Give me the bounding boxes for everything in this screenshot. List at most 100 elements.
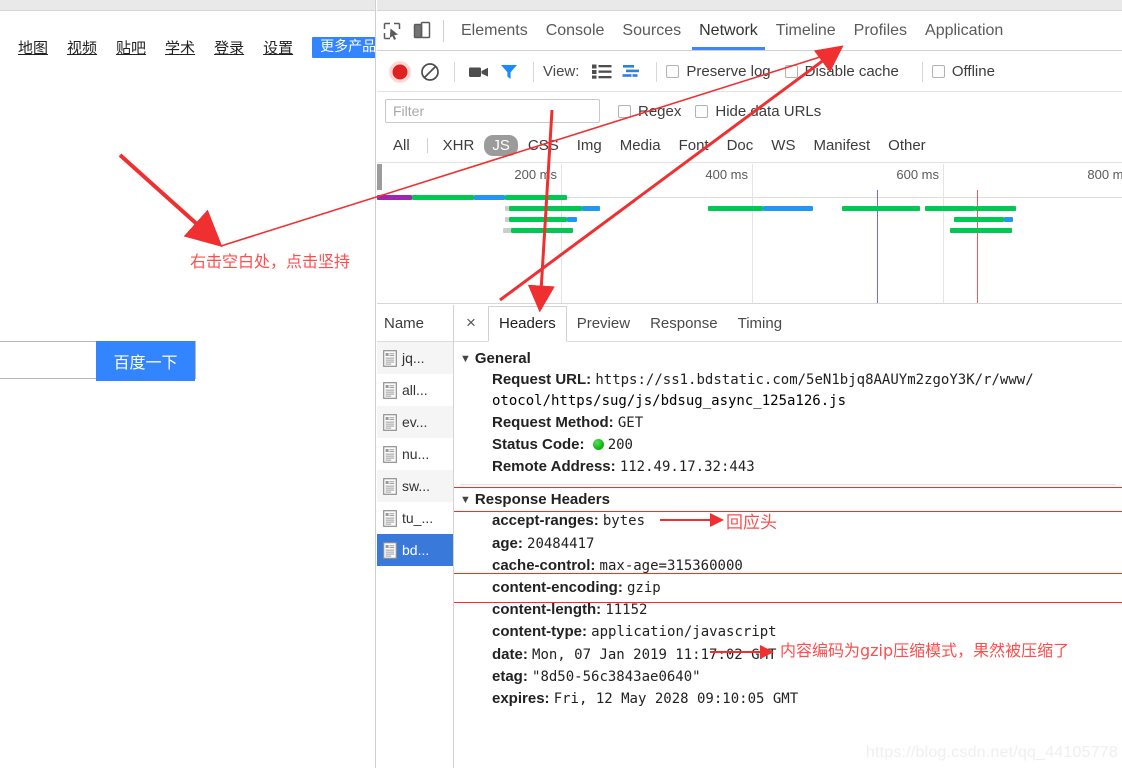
view-list-icon[interactable] [587,57,617,87]
nav-link-video[interactable]: 视频 [67,37,97,58]
header-key: date: [492,645,533,663]
type-filter-media[interactable]: Media [612,135,669,156]
response-headers-section-title[interactable]: ▼ Response Headers [454,489,1122,510]
request-list-header-name[interactable]: Name [377,305,453,342]
view-label: View: [543,63,580,80]
general-header-line: Remote Address: 112.49.17.32:443 [454,456,1122,478]
network-overview-timeline[interactable]: 200 ms 400 ms 600 ms 800 ms [377,164,1122,304]
checkbox-box[interactable] [618,104,631,118]
detail-tab-response[interactable]: Response [640,305,728,341]
toolbar-divider [533,61,534,82]
checkbox-box[interactable] [931,65,945,78]
waterfall-bar [509,217,567,222]
regex-checkbox[interactable]: Regex [618,103,681,120]
view-timeline-icon[interactable] [617,57,647,87]
request-row[interactable]: tu_... [377,502,453,534]
type-divider [426,138,428,153]
network-toolbar: View: Preserve log Disable cache Offline [377,52,1122,92]
detail-tab-preview[interactable]: Preview [567,305,640,341]
overview-tick-line [752,164,753,303]
type-filter-ws[interactable]: WS [763,135,803,156]
file-icon [383,445,397,463]
nav-link-tieba[interactable]: 贴吧 [116,37,146,58]
waterfall-bar [567,217,577,222]
request-name: jq... [402,350,425,366]
header-key: etag: [492,667,533,685]
record-icon[interactable] [385,57,415,87]
response-header-line: expires: Fri, 12 May 2028 09:10:05 GMT [454,688,1122,710]
checkbox-box[interactable] [695,104,709,118]
nav-link-login[interactable]: 登录 [214,37,244,58]
request-row[interactable]: bd... [377,534,453,566]
type-filter-other[interactable]: Other [880,135,934,156]
section-divider [460,484,1116,486]
screenshot-root: 地图 视频 贴吧 学术 登录 设置 更多产品 百度一下 Elements Con… [0,0,1122,768]
tab-network[interactable]: Network [690,11,767,50]
filter-icon[interactable] [494,57,524,87]
nav-link-more-products[interactable]: 更多产品 [312,36,375,58]
response-header-line: etag: "8d50-56c3843ae0640" [454,666,1122,688]
request-row[interactable]: jq... [377,342,453,374]
disable-cache-label: Disable cache [804,63,899,80]
device-toolbar-icon[interactable] [407,16,437,46]
annotation-note-gzip: 内容编码为gzip压缩模式，果然被压缩了 [780,641,1070,660]
detail-tab-headers[interactable]: Headers [488,305,567,342]
triangle-down-icon: ▼ [460,493,471,506]
waterfall-bar [954,217,1004,222]
tab-sources[interactable]: Sources [613,11,690,50]
type-filter-xhr[interactable]: XHR [435,135,483,156]
request-row[interactable]: nu... [377,438,453,470]
waterfall-bar [950,228,1012,233]
request-row[interactable]: sw... [377,470,453,502]
hide-data-urls-checkbox[interactable]: Hide data URLs [695,103,821,120]
general-section-title[interactable]: ▼ General [454,348,1122,369]
type-filter-font[interactable]: Font [671,135,717,156]
nav-link-map[interactable]: 地图 [18,37,48,58]
tab-timeline[interactable]: Timeline [767,11,845,50]
nav-link-settings[interactable]: 设置 [263,37,293,58]
type-filter-doc[interactable]: Doc [719,135,762,156]
toolbar-divider [921,61,923,82]
header-value: GET [617,414,644,431]
request-row[interactable]: all... [377,374,453,406]
inspect-element-icon[interactable] [377,16,407,46]
request-row[interactable]: ev... [377,406,453,438]
nav-link-academic[interactable]: 学术 [165,37,195,58]
type-filter-js[interactable]: JS [484,135,518,156]
toolbar-divider [454,61,455,82]
type-filter-css[interactable]: CSS [520,135,567,156]
preserve-log-checkbox[interactable]: Preserve log [666,63,771,80]
request-name: tu_... [402,510,434,526]
header-key: Status Code: [492,436,589,454]
tab-elements[interactable]: Elements [452,11,537,50]
header-value: 200 [607,437,633,454]
browser-page-pane: 地图 视频 贴吧 学术 登录 设置 更多产品 百度一下 [0,0,376,768]
close-icon[interactable]: × [460,312,482,334]
request-list: Name jq... all... ev... nu... sw... tu_... bd.… [377,305,454,768]
type-filter-all[interactable]: All [385,135,418,156]
tab-application[interactable]: Application [916,11,1012,50]
header-key: content-length: [492,601,606,619]
waterfall-bar [503,228,511,233]
filter-row: Regex Hide data URLs [377,93,1122,129]
tab-profiles[interactable]: Profiles [845,11,916,50]
clear-icon[interactable] [415,57,445,87]
checkbox-box[interactable] [784,65,798,78]
type-filter-manifest[interactable]: Manifest [805,135,878,156]
type-filter-img[interactable]: Img [569,135,610,156]
header-key: content-encoding: [492,579,627,597]
checkbox-box[interactable] [666,65,680,78]
request-name: all... [402,382,428,398]
baidu-search-button[interactable]: 百度一下 [96,341,195,381]
filter-input[interactable] [385,99,600,123]
tab-console[interactable]: Console [537,11,614,50]
header-key: accept-ranges: [492,512,603,530]
request-name: sw... [402,478,431,494]
file-icon [383,349,397,367]
general-header-line: Status Code: 200 [454,434,1122,456]
overview-left-handle[interactable] [377,164,382,190]
disable-cache-checkbox[interactable]: Disable cache [784,63,899,80]
detail-tab-timing[interactable]: Timing [728,305,792,341]
capture-screenshots-icon[interactable] [464,57,494,87]
offline-checkbox[interactable]: Offline [931,63,995,80]
